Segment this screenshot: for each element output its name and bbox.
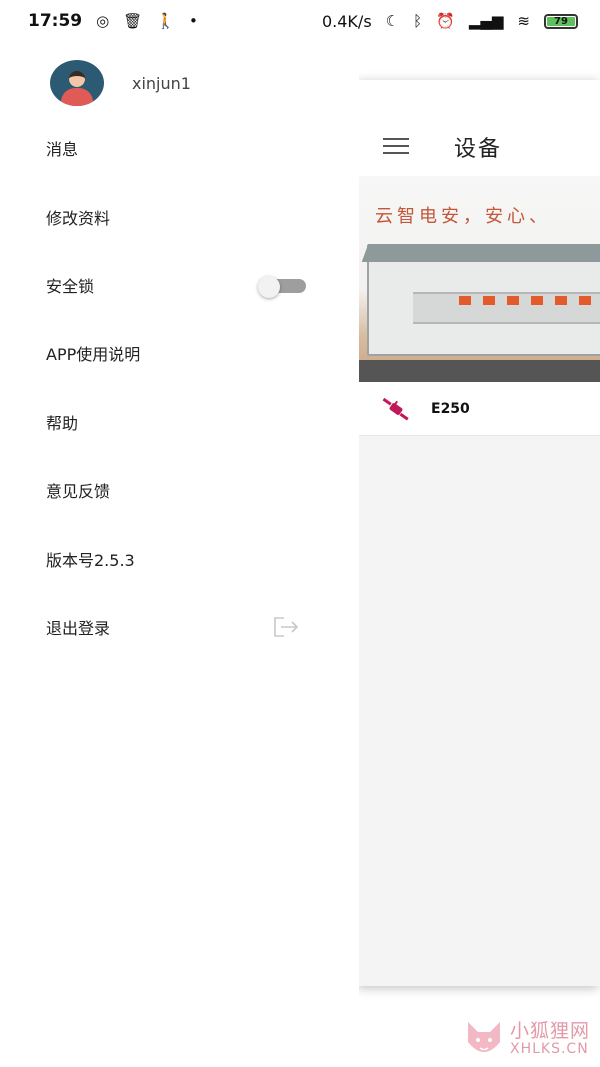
menu-item-label: 版本号2.5.3	[46, 550, 135, 570]
menu-item-messages[interactable]: 消息	[0, 114, 359, 182]
menu-item-feedback[interactable]: 意见反馈	[0, 456, 359, 524]
battery-level: 79	[547, 16, 575, 27]
status-time: 17:59	[28, 11, 83, 31]
logout-icon[interactable]	[272, 616, 300, 638]
menu-item-label: 修改资料	[46, 208, 111, 228]
menu-item-version: 版本号2.5.3	[0, 524, 359, 592]
menu-item-label: APP使用说明	[46, 345, 141, 365]
banner-shelf	[359, 360, 600, 382]
drawer-menu: 消息 修改资料 安全锁 APP使用说明 帮助 意见反馈 版本号2.5.3 退出登…	[0, 114, 359, 661]
watermark-text-cn: 小狐狸网	[510, 1019, 591, 1042]
device-row[interactable]: E250	[359, 382, 600, 436]
security-lock-toggle[interactable]	[258, 275, 306, 298]
device-name: E250	[431, 400, 470, 417]
navigation-drawer: xinjun1 消息 修改资料 安全锁 APP使用说明 帮助 意见反馈 版本号2…	[0, 42, 359, 1067]
banner-image: 云智电安，安心、	[359, 176, 600, 382]
page-toolbar: 设备	[359, 80, 600, 176]
hamburger-menu-icon[interactable]	[383, 138, 409, 154]
menu-item-label: 意见反馈	[46, 482, 111, 502]
avatar[interactable]	[50, 60, 104, 106]
menu-item-label: 帮助	[46, 413, 79, 433]
weibo-icon: ◎	[96, 11, 110, 30]
wifi-icon: ≋	[517, 11, 530, 30]
menu-item-edit-profile[interactable]: 修改资料	[0, 182, 359, 250]
username: xinjun1	[132, 74, 191, 93]
battery-icon: 79	[544, 13, 578, 29]
menu-item-label: 安全锁	[46, 276, 95, 296]
plug-icon	[382, 397, 409, 421]
menu-item-security-lock: 安全锁	[0, 251, 359, 319]
menu-item-label: 消息	[46, 140, 79, 160]
fox-logo-icon	[468, 1022, 500, 1052]
menu-item-help[interactable]: 帮助	[0, 388, 359, 456]
status-right: 0.4K/s ☾ ᛒ ⏰ ▂▄▆ ≋ 79	[322, 12, 578, 31]
watermark: 小狐狸网 XHLKS.CN	[462, 1018, 590, 1060]
watermark-text-en: XHLKS.CN	[510, 1040, 589, 1057]
moon-icon: ☾	[385, 11, 400, 30]
walking-icon: 🚶	[156, 11, 175, 30]
menu-item-label: 退出登录	[46, 618, 111, 638]
dot-icon: •	[188, 11, 198, 30]
trash-icon: 🗑	[123, 11, 143, 30]
menu-item-app-guide[interactable]: APP使用说明	[0, 319, 359, 387]
bluetooth-icon: ᛒ	[413, 11, 423, 30]
page-title: 设备	[454, 137, 503, 162]
network-speed: 0.4K/s	[321, 11, 372, 31]
status-bar: 17:59 ◎ 🗑 🚶 • 0.4K/s ☾ ᛒ ⏰ ▂▄▆ ≋ 79	[0, 0, 600, 42]
signal-icon: ▂▄▆	[468, 11, 504, 30]
devices-page: 设备 云智电安，安心、 E250	[359, 80, 600, 986]
menu-item-logout[interactable]: 退出登录	[0, 593, 359, 661]
status-left: 17:59 ◎ 🗑 🚶 •	[28, 11, 198, 31]
alarm-icon: ⏰	[436, 11, 455, 30]
banner-slogan: 云智电安，安心、	[375, 206, 551, 227]
